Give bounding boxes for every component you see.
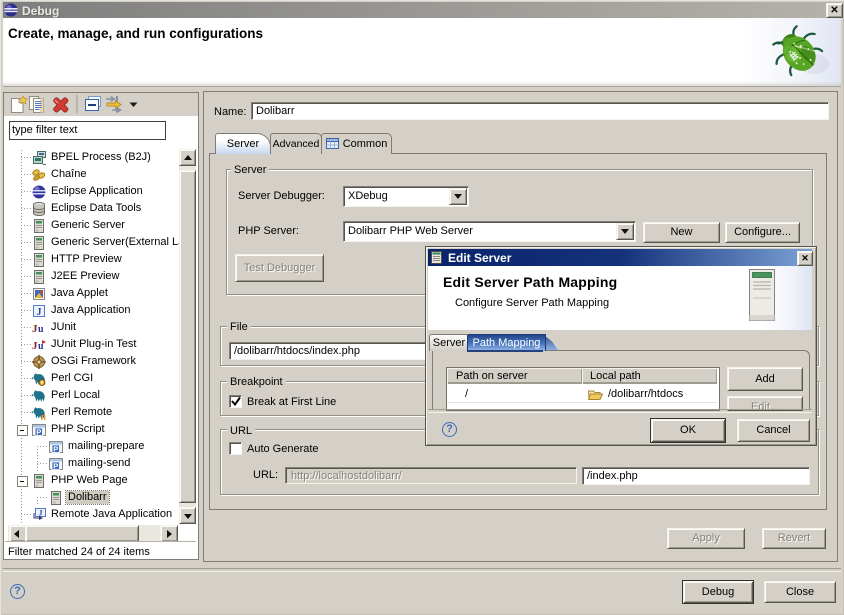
svg-text:J: J	[37, 307, 42, 318]
